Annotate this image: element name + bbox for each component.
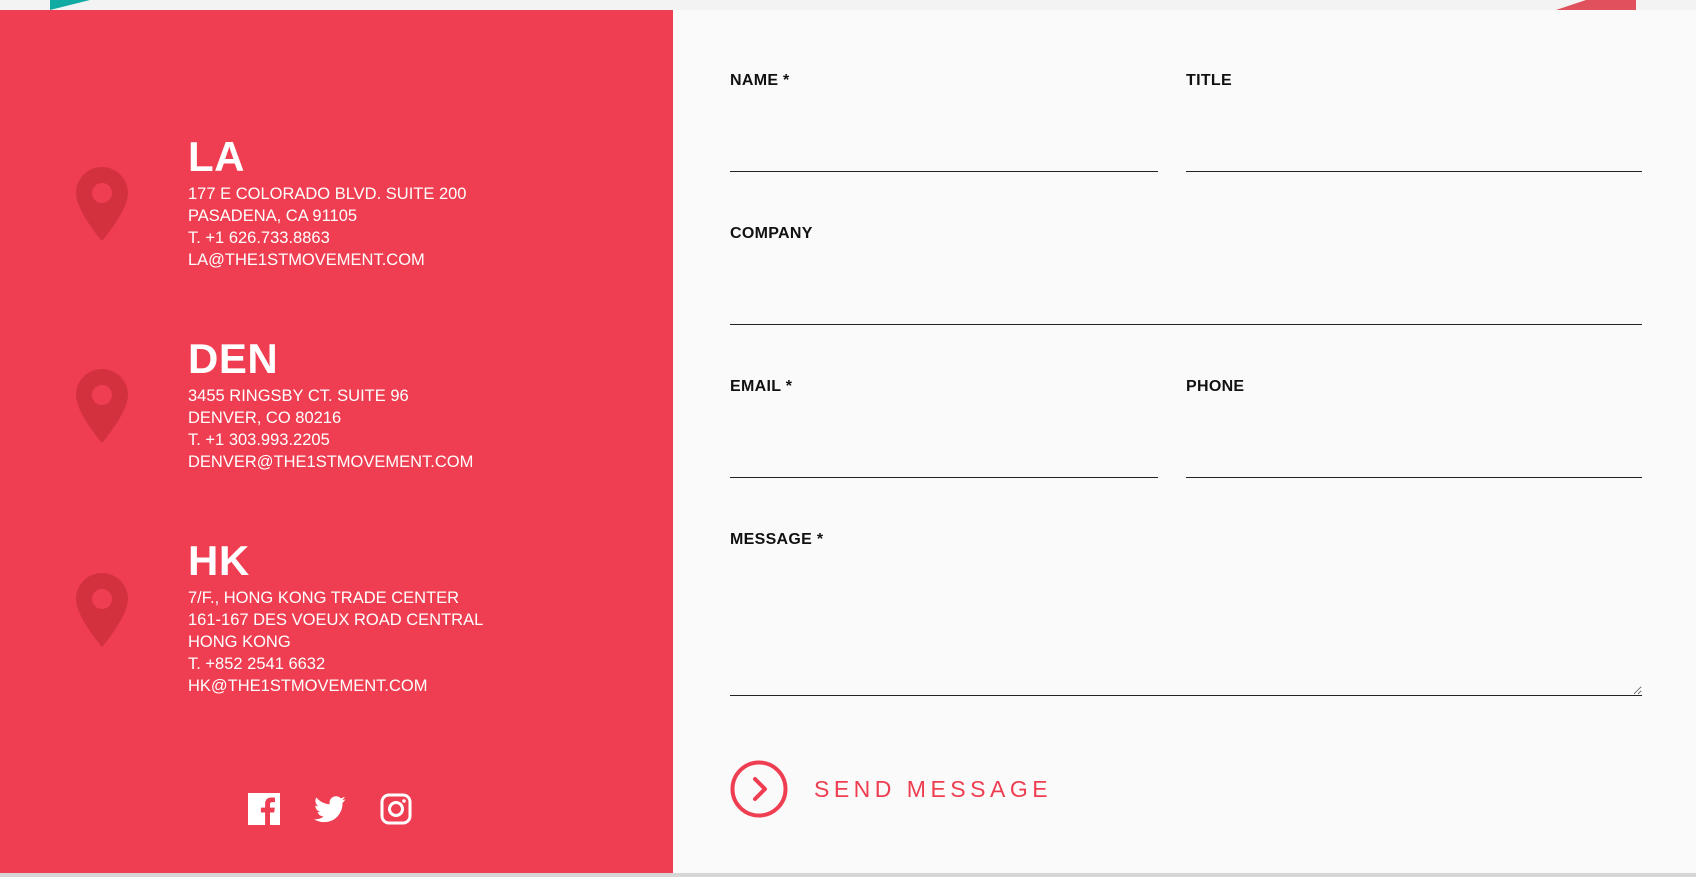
office-email-link[interactable]: HK@THE1STMOVEMENT.COM bbox=[188, 675, 483, 697]
office-address-line: 177 E COLORADO BLVD. SUITE 200 bbox=[188, 185, 467, 203]
bottom-border bbox=[0, 873, 1696, 877]
office-city-line: DENVER, CO 80216 bbox=[188, 409, 342, 427]
map-pin-icon bbox=[76, 573, 128, 647]
offices-panel: LA 177 E COLORADO BLVD. SUITE 200 PASADE… bbox=[0, 10, 673, 873]
company-label: COMPANY bbox=[730, 225, 813, 242]
office-address-line: 3455 RINGSBY CT. SUITE 96 bbox=[188, 387, 409, 405]
map-pin-icon bbox=[76, 167, 128, 241]
title-input[interactable] bbox=[1186, 132, 1642, 172]
message-label: MESSAGE * bbox=[730, 531, 824, 548]
chevron-right-circle-icon bbox=[730, 760, 788, 818]
map-pin-icon bbox=[76, 369, 128, 443]
phone-label: PHONE bbox=[1186, 378, 1245, 395]
office-details: HK 7/F., HONG KONG TRADE CENTER 161-167 … bbox=[188, 537, 483, 697]
office-address-line: 7/F., HONG KONG TRADE CENTER bbox=[188, 589, 460, 607]
office-phone[interactable]: T. +852 2541 6632 bbox=[188, 653, 483, 675]
office-details: DEN 3455 RINGSBY CT. SUITE 96 DENVER, CO… bbox=[188, 335, 473, 473]
instagram-icon[interactable] bbox=[380, 793, 412, 825]
office-city-line: HONG KONG bbox=[188, 633, 291, 651]
office-name: LA bbox=[188, 133, 245, 180]
top-strip bbox=[0, 0, 1696, 10]
office-email-link[interactable]: DENVER@THE1STMOVEMENT.COM bbox=[188, 451, 473, 473]
title-label: TITLE bbox=[1186, 72, 1232, 89]
office-city-line: PASADENA, CA 91105 bbox=[188, 207, 358, 225]
office-phone[interactable]: T. +1 303.993.2205 bbox=[188, 429, 473, 451]
social-links bbox=[248, 793, 412, 825]
office-details: LA 177 E COLORADO BLVD. SUITE 200 PASADE… bbox=[188, 133, 466, 271]
email-input[interactable] bbox=[730, 438, 1158, 478]
send-message-button[interactable]: SEND MESSAGE bbox=[730, 760, 1052, 818]
office-phone[interactable]: T. +1 626.733.8863 bbox=[188, 227, 466, 249]
office-address-line-2: 161-167 DES VOEUX ROAD CENTRAL bbox=[188, 611, 484, 629]
message-textarea[interactable] bbox=[730, 566, 1642, 696]
office-name: DEN bbox=[188, 335, 279, 382]
email-label: EMAIL * bbox=[730, 378, 793, 395]
office-name: HK bbox=[188, 537, 250, 584]
office-email-link[interactable]: LA@THE1STMOVEMENT.COM bbox=[188, 249, 466, 271]
name-label: NAME * bbox=[730, 72, 790, 89]
contact-form: NAME * TITLE COMPANY EMAIL * PHONE MESSA… bbox=[673, 10, 1696, 873]
company-input[interactable] bbox=[730, 285, 1642, 325]
twitter-icon[interactable] bbox=[314, 793, 346, 825]
phone-input[interactable] bbox=[1186, 438, 1642, 478]
send-message-label: SEND MESSAGE bbox=[814, 775, 1053, 802]
facebook-icon[interactable] bbox=[248, 793, 280, 825]
name-input[interactable] bbox=[730, 132, 1158, 172]
teal-corner-decoration bbox=[50, 0, 90, 10]
